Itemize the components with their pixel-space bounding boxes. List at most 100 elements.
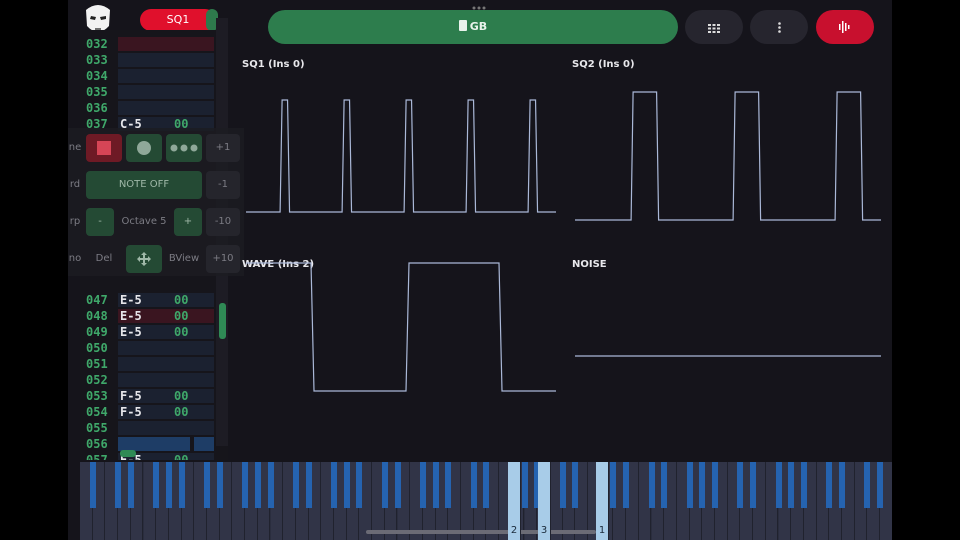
- piano-black-key[interactable]: [712, 462, 718, 508]
- piano-black-key[interactable]: [178, 462, 185, 508]
- piano-black-key[interactable]: [153, 462, 160, 508]
- piano-key-pressed[interactable]: 1: [596, 462, 609, 540]
- tracker-row[interactable]: 048 E-5 00: [80, 308, 228, 324]
- piano-black-key[interactable]: [204, 462, 210, 508]
- minus-10-button[interactable]: -10: [206, 208, 240, 236]
- scope-wave: [246, 262, 556, 392]
- piano-black-key[interactable]: [826, 462, 833, 508]
- tracker-row[interactable]: 049 E-5 00: [80, 324, 228, 340]
- tracker-row[interactable]: 050: [80, 340, 228, 356]
- waveform-button[interactable]: [816, 10, 874, 44]
- tracker-row[interactable]: 055: [80, 420, 228, 436]
- row1-label: ne: [68, 142, 82, 153]
- tracker-row-number: 049: [86, 325, 108, 339]
- piano-black-key[interactable]: [864, 462, 871, 508]
- tracker-note: F-5: [120, 389, 142, 403]
- circle-icon: [137, 141, 151, 155]
- more-button[interactable]: [750, 10, 808, 44]
- piano-black-key[interactable]: [788, 462, 795, 508]
- tracker-row[interactable]: 036: [80, 100, 228, 116]
- piano-black-key[interactable]: [610, 462, 617, 508]
- piano-key-voice-label: 2: [510, 525, 518, 536]
- piano-black-key[interactable]: [559, 462, 566, 508]
- record-note-button[interactable]: [126, 134, 162, 162]
- piano-black-key[interactable]: [331, 462, 337, 508]
- channel-tab-sq1[interactable]: SQ1: [140, 9, 216, 31]
- piano-black-key[interactable]: [750, 462, 757, 508]
- piano-black-key[interactable]: [254, 462, 261, 508]
- tracker-row[interactable]: 034: [80, 68, 228, 84]
- tracker-row[interactable]: 033: [80, 52, 228, 68]
- piano-black-key[interactable]: [242, 462, 249, 508]
- piano-black-key[interactable]: [216, 462, 223, 508]
- piano-black-key[interactable]: [165, 462, 172, 508]
- piano-black-key[interactable]: [115, 462, 122, 508]
- piano-black-key[interactable]: [432, 462, 439, 508]
- piano-black-key[interactable]: [305, 462, 312, 508]
- piano-black-key[interactable]: [661, 462, 668, 508]
- stop-button[interactable]: [86, 134, 122, 162]
- piano-black-key[interactable]: [127, 462, 134, 508]
- piano-black-key[interactable]: [877, 462, 884, 508]
- octave-up-button[interactable]: +: [174, 208, 202, 236]
- tracker-row-number: 033: [86, 53, 108, 67]
- piano-black-key[interactable]: [775, 462, 782, 508]
- piano-black-key[interactable]: [686, 462, 693, 508]
- piano-black-key[interactable]: [381, 462, 388, 508]
- tracker-row-number: 055: [86, 421, 108, 435]
- system-gb-button[interactable]: GB: [268, 10, 678, 44]
- piano-key-pressed[interactable]: 3: [538, 462, 551, 540]
- tracker-instrument: 00: [174, 453, 189, 460]
- note-off-button[interactable]: NOTE OFF: [86, 171, 202, 199]
- piano-black-key[interactable]: [521, 462, 528, 508]
- tracker-row[interactable]: 032: [80, 36, 228, 52]
- piano-black-key[interactable]: [572, 462, 579, 508]
- tracker-row[interactable]: 052: [80, 372, 228, 388]
- piano-keyboard[interactable]: 2 3 1: [80, 462, 892, 540]
- tracker-row[interactable]: 035: [80, 84, 228, 100]
- piano-black-key[interactable]: [699, 462, 706, 508]
- tracker-row[interactable]: 053 F-5 00: [80, 388, 228, 404]
- delete-button[interactable]: Del: [86, 245, 122, 273]
- piano-key-pressed[interactable]: 2: [508, 462, 521, 540]
- row2-label: rd: [69, 179, 81, 190]
- piano-black-key[interactable]: [267, 462, 274, 508]
- tracker-row-number: 048: [86, 309, 108, 323]
- piano-black-key[interactable]: [470, 462, 477, 508]
- piano-black-key[interactable]: [419, 462, 426, 508]
- minus-1-button[interactable]: -1: [206, 171, 240, 199]
- tracker-row[interactable]: 054 F-5 00: [80, 404, 228, 420]
- piano-black-key[interactable]: [89, 462, 96, 508]
- bview-button[interactable]: BView: [166, 245, 202, 273]
- more-dots-button[interactable]: [166, 134, 202, 162]
- plus-1-button[interactable]: +1: [206, 134, 240, 162]
- piano-black-key[interactable]: [343, 462, 350, 508]
- piano-black-key[interactable]: [800, 462, 807, 508]
- piano-black-key[interactable]: [648, 462, 655, 508]
- row3-label: rp: [69, 216, 81, 227]
- home-indicator: [366, 530, 596, 534]
- piano-black-key[interactable]: [394, 462, 401, 508]
- tracker-row[interactable]: 051: [80, 356, 228, 372]
- piano-black-key[interactable]: [483, 462, 490, 508]
- piano-black-key[interactable]: [839, 462, 845, 508]
- piano-black-key[interactable]: [445, 462, 452, 508]
- tracker-row-number: 056: [86, 437, 108, 451]
- piano-black-key[interactable]: [356, 462, 363, 508]
- octave-down-button[interactable]: -: [86, 208, 114, 236]
- tracker-row[interactable]: 047 E-5 00: [80, 292, 228, 308]
- scope-noise: [575, 355, 881, 357]
- tracker-instrument: 00: [174, 293, 189, 307]
- tracker-row[interactable]: 056: [80, 436, 228, 452]
- plus-10-button[interactable]: +10: [206, 245, 240, 273]
- piano-black-key[interactable]: [292, 462, 299, 508]
- tracker-row-bg: [118, 341, 214, 355]
- move-button[interactable]: [126, 245, 162, 273]
- tracker-horizontal-thumb[interactable]: [120, 450, 136, 457]
- piano-black-key[interactable]: [623, 462, 630, 508]
- tracker-row[interactable]: 057E-500: [80, 452, 228, 460]
- piano-key-voice-label: 3: [540, 525, 548, 536]
- grid-button[interactable]: [685, 10, 743, 44]
- piano-black-key[interactable]: [737, 462, 744, 508]
- tracker-scroll-thumb[interactable]: [219, 303, 226, 339]
